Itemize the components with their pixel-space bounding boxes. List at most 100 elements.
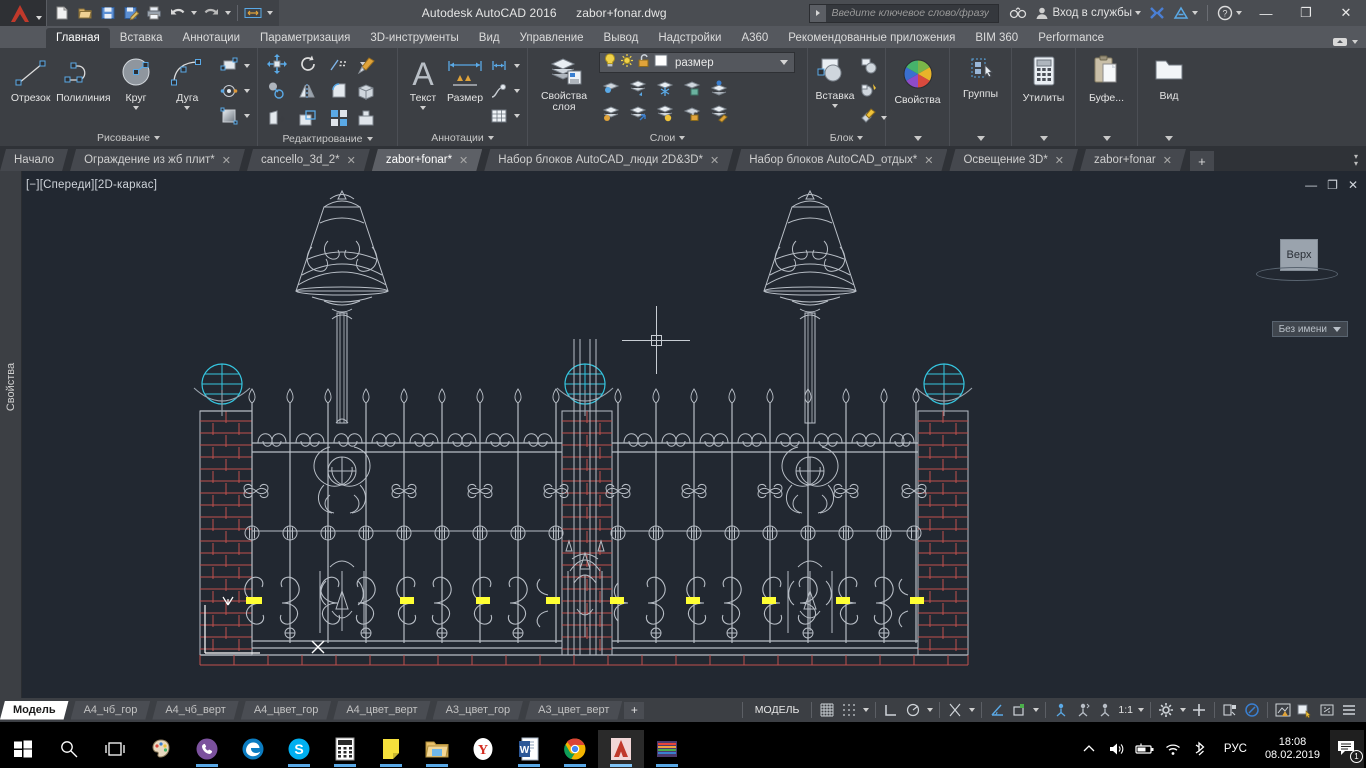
chevron-down-icon[interactable] <box>420 106 426 110</box>
properties-tool[interactable]: Свойства <box>891 52 944 106</box>
color-swatch[interactable] <box>653 53 669 73</box>
language-indicator[interactable]: РУС <box>1216 743 1255 755</box>
exchange-apps-icon[interactable] <box>1145 0 1169 26</box>
layer-on-icon[interactable] <box>653 101 677 125</box>
ribbon-tab-view[interactable]: Вид <box>469 28 510 48</box>
task-view-icon[interactable] <box>92 730 138 768</box>
layer-isolate-icon[interactable] <box>599 76 623 100</box>
ribbon-minimize-button[interactable] <box>1332 36 1358 48</box>
new-layout-button[interactable]: + <box>624 701 645 719</box>
calculator-icon[interactable] <box>322 730 368 768</box>
document-tab-zabor-fonar[interactable]: zabor+fonar ✕ <box>1080 149 1186 171</box>
show-hidden-icons-chevron[interactable] <box>1076 730 1102 768</box>
sign-in-button[interactable]: Вход в службы <box>1031 0 1145 26</box>
ribbon-tab-performance[interactable]: Performance <box>1028 28 1114 48</box>
document-tab-lighting-3d[interactable]: Освещение 3D* ✕ <box>949 149 1078 171</box>
ribbon-tab-annotate[interactable]: Аннотации <box>173 28 250 48</box>
panel-expand-properties[interactable] <box>886 130 949 146</box>
panel-title-block[interactable]: Блок <box>808 130 885 146</box>
bluetooth-icon[interactable] <box>1188 730 1214 768</box>
table-dropdown-icon[interactable] <box>512 104 522 128</box>
undo-dropdown-icon[interactable] <box>189 2 199 24</box>
window-minimize-button[interactable]: — <box>1246 0 1286 26</box>
panel-expand-utilities[interactable] <box>1012 130 1075 146</box>
volume-icon[interactable] <box>1104 730 1130 768</box>
panel-expand-clipboard[interactable] <box>1076 130 1137 146</box>
clipboard-tool[interactable]: Буфе... <box>1081 52 1132 104</box>
document-tabs-overflow-icon[interactable]: ▾ ▾ <box>1346 149 1366 171</box>
layout-tab-a4-color-port[interactable]: A4_цвет_верт <box>333 701 430 720</box>
yandex-browser-icon[interactable]: Y <box>460 730 506 768</box>
layer-unlock-icon[interactable] <box>680 101 704 125</box>
document-tab-cancello[interactable]: cancello_3d_2* ✕ <box>247 149 370 171</box>
trim-icon[interactable] <box>327 52 351 76</box>
layer-change-icon[interactable] <box>626 76 650 100</box>
match-properties-icon[interactable] <box>354 54 378 78</box>
isodraft-dropdown-icon[interactable] <box>1030 699 1041 721</box>
grid-display-icon[interactable] <box>816 699 838 721</box>
snap-mode-icon[interactable] <box>838 699 860 721</box>
search-help-icon[interactable] <box>1005 0 1031 26</box>
block-attribute-icon[interactable] <box>857 104 881 128</box>
document-tab-blocks-rest[interactable]: Набор блоков AutoCAD_отдых* ✕ <box>735 149 947 171</box>
ribbon-tab-parametric[interactable]: Параметризация <box>250 28 360 48</box>
layer-merge-icon[interactable] <box>707 76 731 100</box>
layer-off-icon[interactable] <box>599 101 623 125</box>
insert-block-tool[interactable]: Вставка <box>813 52 857 108</box>
annotation-monitor-icon[interactable]: ! <box>1272 699 1294 721</box>
skype-icon[interactable]: S <box>276 730 322 768</box>
object-snap-tracking-icon[interactable] <box>1050 699 1072 721</box>
polyline-tool[interactable]: Полилиния <box>56 52 111 104</box>
clean-screen-icon[interactable] <box>1316 699 1338 721</box>
ribbon-tab-manage[interactable]: Управление <box>510 28 594 48</box>
ribbon-tab-featured-apps[interactable]: Рекомендованные приложения <box>778 28 965 48</box>
document-tab-ograzhdenie[interactable]: Ограждение из жб плит* ✕ <box>70 149 245 171</box>
open-file-icon[interactable] <box>74 2 96 24</box>
panel-expand-view[interactable] <box>1138 130 1200 146</box>
ribbon-tab-a360[interactable]: A360 <box>731 28 778 48</box>
sun-icon[interactable] <box>620 53 634 73</box>
new-document-tab-button[interactable]: + <box>1189 151 1214 171</box>
hardware-acceleration-icon[interactable] <box>1241 699 1263 721</box>
annotation-visibility-icon[interactable] <box>1155 699 1177 721</box>
autoscale-icon[interactable] <box>1188 699 1210 721</box>
hatch-dropdown-icon[interactable] <box>242 79 252 103</box>
polar-tracking-icon[interactable] <box>902 699 924 721</box>
redo-dropdown-icon[interactable] <box>223 2 233 24</box>
layer-dropdown[interactable]: размер <box>599 52 795 73</box>
panel-title-layers[interactable]: Слои <box>528 130 807 146</box>
unlock-icon[interactable] <box>637 53 650 73</box>
dynamic-ucs-icon[interactable] <box>1072 699 1094 721</box>
leader-icon[interactable] <box>487 79 511 103</box>
hatch-icon[interactable] <box>217 79 241 103</box>
copy-icon[interactable] <box>265 79 289 103</box>
scale-icon[interactable] <box>296 106 320 130</box>
ribbon-tab-insert[interactable]: Вставка <box>110 28 173 48</box>
search-input[interactable]: Введите ключевое слово/фразу <box>826 7 989 19</box>
window-maximize-button[interactable]: ❐ <box>1286 0 1326 26</box>
lightbulb-icon[interactable] <box>603 52 617 73</box>
application-menu-button[interactable] <box>0 0 46 26</box>
search-dropdown-icon[interactable] <box>810 4 827 22</box>
move-icon[interactable] <box>265 52 289 76</box>
layout-tab-a4-bw-land[interactable]: A4_чб_гор <box>71 701 151 720</box>
polar-dropdown-icon[interactable] <box>924 699 935 721</box>
layer-previous-icon[interactable] <box>626 101 650 125</box>
chevron-down-icon[interactable] <box>184 106 191 110</box>
layer-lock-icon[interactable] <box>680 76 704 100</box>
word-icon[interactable]: W <box>506 730 552 768</box>
file-explorer-icon[interactable] <box>414 730 460 768</box>
autocad-taskbar-icon[interactable] <box>598 730 644 768</box>
notification-center-button[interactable]: 1 <box>1330 730 1364 768</box>
plot-icon[interactable] <box>143 2 165 24</box>
layout-tab-a4-bw-port[interactable]: A4_чб_верт <box>152 701 238 720</box>
circle-tool[interactable]: Круг <box>110 52 161 110</box>
start-button[interactable] <box>0 730 46 768</box>
rotate-icon[interactable] <box>296 52 320 76</box>
utilities-tool[interactable]: Утилиты <box>1017 52 1070 104</box>
ribbon-tab-home[interactable]: Главная <box>46 28 110 48</box>
arc-tool[interactable]: Дуга <box>162 52 213 110</box>
object-snap-icon[interactable] <box>944 699 966 721</box>
layer-freeze-icon[interactable] <box>653 76 677 100</box>
rectangle-icon[interactable] <box>217 54 241 78</box>
